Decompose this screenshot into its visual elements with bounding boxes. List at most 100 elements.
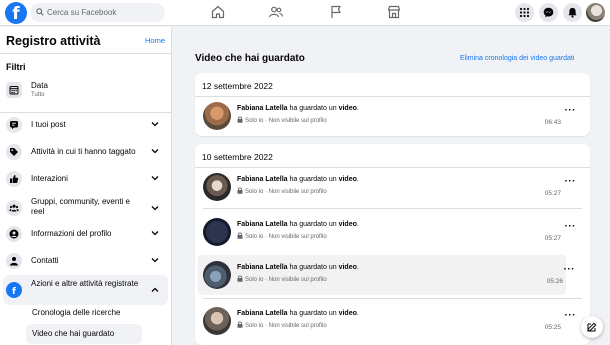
filters-heading: Filtri [6,62,26,72]
clear-video-history-link[interactable]: Elimina cronologia dei video guardati [460,55,574,62]
chevron-down-icon [151,206,159,211]
sidebar-item-groups[interactable]: Gruppi, community, eventi e reel [0,193,171,223]
entry-privacy: Solo io · Non visibile sul profilo [237,321,327,329]
entry-privacy: Solo io · Non visibile sul profilo [237,232,327,240]
entry-text: Fabiana Latella ha guardato un video. [237,176,359,183]
entry-text: Fabiana Latella ha guardato un video. [237,264,359,271]
entry-privacy: Solo io · Non visibile sul profilo [237,187,327,195]
sidebar-item-actions[interactable]: f Azioni e altre attività registrate [3,275,168,305]
video-thumbnail[interactable] [203,261,231,289]
sidebar-item-label: Contatti [31,256,59,265]
lock-icon [237,187,243,194]
sidebar-item-label: Gruppi, community, eventi e reel [31,197,131,216]
home-icon[interactable] [210,4,226,20]
date-filter-label: Data [31,81,48,90]
activity-group: 10 settembre 2022 Fabiana Latella ha gua… [195,144,590,345]
more-options-button[interactable]: ··· [565,177,577,187]
sidebar-item-contacts[interactable]: Contatti [0,248,171,274]
entry-text: Fabiana Latella ha guardato un video. [237,105,359,112]
tag-icon [6,144,22,160]
chevron-down-icon [151,122,159,127]
more-options-button[interactable]: ··· [564,265,576,275]
sidebar-item-label: I tuoi post [31,120,66,129]
sidebar-subitem-watched-videos[interactable]: Video che hai guardato [26,324,142,344]
sidebar-item-interactions[interactable]: Interazioni [0,166,171,192]
entry-privacy: Solo io · Non visibile sul profilo [237,116,327,124]
activity-log-sidebar: Registro attività Home Filtri Data Tutto… [0,27,172,345]
facebook-logo[interactable]: f [5,2,27,24]
sidebar-item-profile-info[interactable]: Informazioni del profilo [0,221,171,247]
search-box[interactable] [30,3,165,22]
sidebar-subitem-search-history[interactable]: Cronologia delle ricerche [26,303,142,323]
like-icon [6,171,22,187]
top-navigation-bar: f [0,0,610,26]
activity-entry[interactable]: Fabiana Latella ha guardato un video. So… [195,167,590,207]
video-thumbnail[interactable] [203,173,231,201]
entry-time: 06:43 [544,119,561,126]
sidebar-title: Registro attività [6,34,101,48]
activity-group: 12 settembre 2022 Fabiana Latella ha gua… [195,73,590,136]
divider [0,53,171,54]
entry-text: Fabiana Latella ha guardato un video. [237,221,359,228]
profile-avatar[interactable] [586,3,605,22]
marketplace-icon[interactable] [386,4,402,20]
activity-date: 10 settembre 2022 [202,152,273,162]
menu-grid-icon [519,7,530,18]
sidebar-item-your-posts[interactable]: I tuoi post [0,112,171,138]
date-filter[interactable]: Data Tutto [0,77,171,105]
activity-entry[interactable]: Fabiana Latella ha guardato un video. So… [195,301,590,341]
lock-icon [237,116,243,123]
sidebar-item-label: Attività in cui ti hanno taggato [31,147,136,156]
new-message-button[interactable] [581,316,603,338]
messenger-button[interactable] [539,3,558,22]
chevron-down-icon [151,231,159,236]
menu-grid-button[interactable] [515,3,534,22]
entry-time: 05:27 [544,190,561,197]
entry-time: 05:27 [544,235,561,242]
date-filter-value: Tutto [31,92,45,98]
flag-icon[interactable] [328,4,344,20]
sidebar-item-tagged[interactable]: Attività in cui ti hanno taggato [0,139,171,165]
more-options-button[interactable]: ··· [565,222,577,232]
messenger-icon [543,7,554,18]
search-input[interactable] [47,3,161,22]
post-icon [6,117,22,133]
sidebar-item-label: Informazioni del profilo [31,229,112,238]
chevron-up-icon [151,287,159,292]
lock-icon [237,321,243,328]
groups-icon [6,200,22,216]
notifications-button[interactable] [563,3,582,22]
entry-time: 05:26 [546,278,563,285]
chevron-down-icon [151,176,159,181]
more-options-button[interactable]: ··· [565,106,577,116]
divider [203,298,582,299]
lock-icon [237,275,243,282]
activity-entry[interactable]: Fabiana Latella ha guardato un video. So… [198,255,575,295]
page-title: Video che hai guardato [195,53,305,64]
entry-text: Fabiana Latella ha guardato un video. [237,310,359,317]
activity-entry[interactable]: Fabiana Latella ha guardato un video. So… [195,96,590,136]
divider [203,208,582,209]
svg-text:f: f [12,287,16,295]
profile-icon [6,226,22,242]
calendar-icon [6,82,22,98]
lock-icon [237,232,243,239]
video-thumbnail[interactable] [203,218,231,246]
contacts-icon [6,253,22,269]
sidebar-item-label: Interazioni [31,174,68,183]
friends-icon[interactable] [268,4,284,20]
chevron-down-icon [151,149,159,154]
notifications-icon [568,7,577,18]
sidebar-item-label: Azioni e altre attività registrate [31,279,139,288]
compose-icon [587,322,597,332]
home-link[interactable]: Home [145,36,165,45]
activity-entry[interactable]: Fabiana Latella ha guardato un video. So… [195,212,590,252]
video-thumbnail[interactable] [203,307,231,335]
facebook-icon: f [6,282,22,298]
entry-privacy: Solo io · Non visibile sul profilo [237,275,327,283]
activity-date: 12 settembre 2022 [202,81,273,91]
chevron-down-icon [151,258,159,263]
entry-time: 05:25 [544,324,561,331]
more-options-button[interactable]: ··· [565,311,577,321]
video-thumbnail[interactable] [203,102,231,130]
